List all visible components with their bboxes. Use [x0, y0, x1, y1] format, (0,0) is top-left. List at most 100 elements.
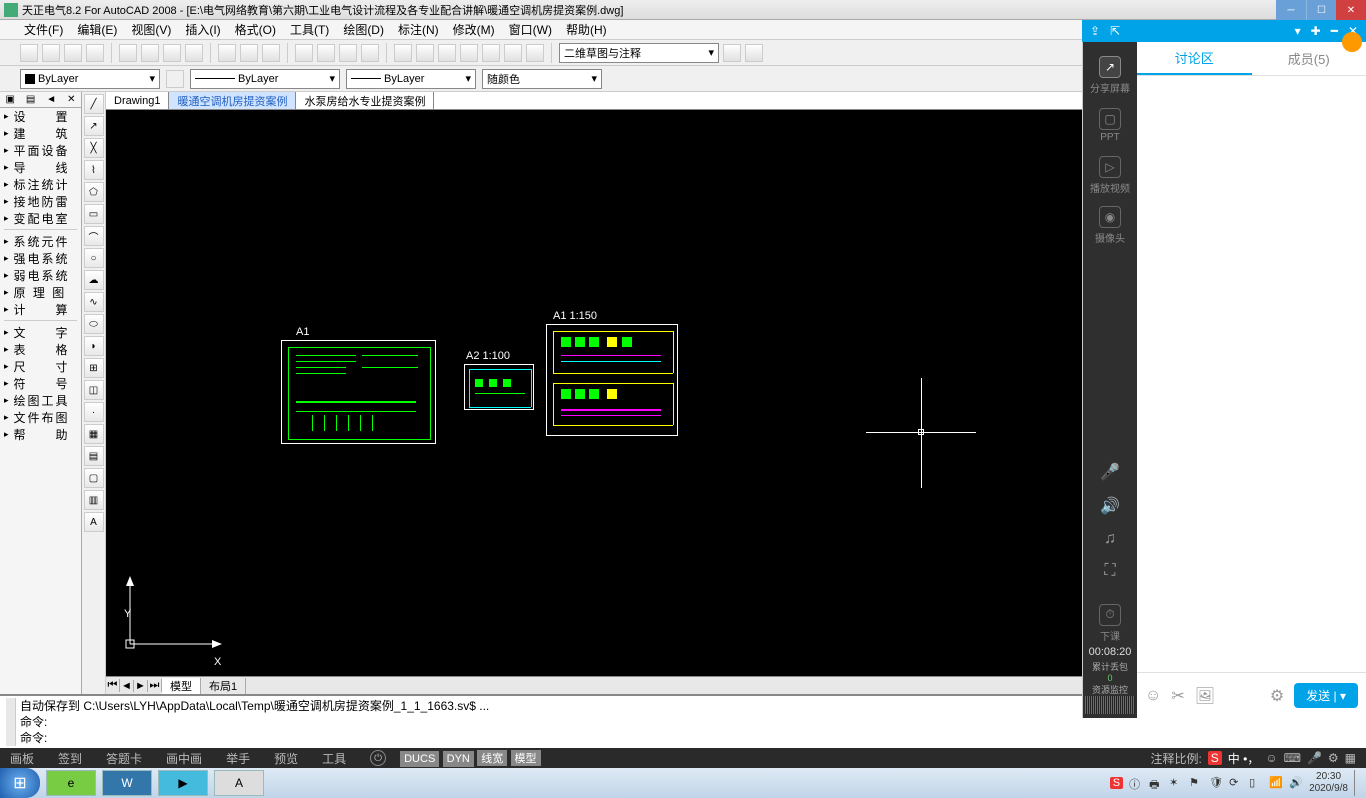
- file-tab-hvac[interactable]: 暖通空调机房提资案例: [169, 92, 296, 109]
- model-toggle[interactable]: 模型: [511, 750, 541, 766]
- point-icon[interactable]: ·: [84, 402, 104, 422]
- rectangle-icon[interactable]: ▭: [84, 204, 104, 224]
- sidebar-item[interactable]: ▸导 线: [0, 159, 81, 176]
- menu-help[interactable]: 帮助(H): [566, 21, 607, 38]
- ppt-button[interactable]: ▢PPT: [1090, 104, 1130, 146]
- command-grip[interactable]: [6, 698, 16, 746]
- sidebar-item[interactable]: ▸标注统计: [0, 176, 81, 193]
- sidebar-item[interactable]: ▸系统元件: [0, 233, 81, 250]
- calc-icon[interactable]: [504, 44, 522, 62]
- ray-icon[interactable]: ↗: [84, 116, 104, 136]
- color-combo[interactable]: ByLayer▾: [20, 69, 160, 89]
- menu-annotate[interactable]: 标注(N): [398, 21, 439, 38]
- power-icon[interactable]: ⏻: [370, 750, 386, 766]
- erase-icon[interactable]: [262, 44, 280, 62]
- task-item[interactable]: e: [46, 770, 96, 796]
- preview-button[interactable]: 预览: [274, 750, 298, 767]
- ws-lock-icon[interactable]: [745, 44, 763, 62]
- tray-bug-icon[interactable]: ✶: [1169, 776, 1183, 790]
- tray-flag-icon[interactable]: ⚑: [1189, 776, 1203, 790]
- workspace-combo[interactable]: 二维草图与注释▾: [559, 43, 719, 63]
- inner-close-button[interactable]: ✕: [1336, 0, 1366, 20]
- arc-icon[interactable]: ⌒: [84, 226, 104, 246]
- tab-discussion[interactable]: 讨论区: [1137, 42, 1252, 75]
- sidebar-item[interactable]: ▸计 算: [0, 301, 81, 318]
- tray-update-icon[interactable]: ⟳: [1229, 776, 1243, 790]
- lineweight-combo[interactable]: ByLayer▾: [346, 69, 476, 89]
- revcloud-icon[interactable]: ☁: [84, 270, 104, 290]
- save-icon[interactable]: [64, 44, 82, 62]
- start-button[interactable]: ⊞: [0, 768, 40, 798]
- sidebar-item[interactable]: ▸建 筑: [0, 125, 81, 142]
- region-icon[interactable]: ▢: [84, 468, 104, 488]
- match-icon[interactable]: [185, 44, 203, 62]
- help-icon[interactable]: [526, 44, 544, 62]
- file-tab-drawing1[interactable]: Drawing1: [106, 92, 169, 109]
- mic-icon[interactable]: 🎤: [1100, 462, 1120, 482]
- pin-icon[interactable]: ▣: [5, 94, 14, 105]
- cut-icon[interactable]: [119, 44, 137, 62]
- menu-icon[interactable]: ▤: [26, 94, 35, 105]
- tray-volume-icon[interactable]: 🔊: [1289, 776, 1303, 790]
- task-item[interactable]: ▶: [158, 770, 208, 796]
- gear-icon[interactable]: ⚙: [1270, 686, 1284, 706]
- minimize-panel-icon[interactable]: ━: [1331, 24, 1338, 38]
- tab-next-icon[interactable]: ►: [134, 680, 148, 692]
- mtext-icon[interactable]: A: [84, 512, 104, 532]
- gradient-icon[interactable]: ▤: [84, 446, 104, 466]
- tray-smiley-icon[interactable]: ☺: [1265, 751, 1277, 765]
- sidebar-item[interactable]: ▸符 号: [0, 375, 81, 392]
- zoom-prev-icon[interactable]: [361, 44, 379, 62]
- plotstyle-combo[interactable]: 随颜色▾: [482, 69, 602, 89]
- send-button[interactable]: 发送 | ▾: [1294, 683, 1358, 708]
- insert-icon[interactable]: ⊞: [84, 358, 104, 378]
- menu-insert[interactable]: 插入(I): [185, 21, 220, 38]
- speaker-icon[interactable]: 🔊: [1100, 496, 1120, 516]
- dyn-toggle[interactable]: DYN: [443, 751, 474, 767]
- ellipsearc-icon[interactable]: ◗: [84, 336, 104, 356]
- ws-settings-icon[interactable]: [723, 44, 741, 62]
- end-class-button[interactable]: ⏱下课: [1090, 602, 1130, 644]
- clock[interactable]: 20:30 2020/9/8: [1309, 771, 1348, 795]
- menu-window[interactable]: 窗口(W): [509, 21, 552, 38]
- menu-modify[interactable]: 修改(M): [453, 21, 495, 38]
- sidebar-item[interactable]: ▸弱电系统: [0, 267, 81, 284]
- file-tab-pump[interactable]: 水泵房给水专业提资案例: [296, 92, 434, 109]
- pan-icon[interactable]: [295, 44, 313, 62]
- menu-format[interactable]: 格式(O): [235, 21, 276, 38]
- markup-icon[interactable]: [482, 44, 500, 62]
- copy-icon[interactable]: [141, 44, 159, 62]
- task-item-autocad[interactable]: A: [214, 770, 264, 796]
- tray-ime-icon[interactable]: S: [1110, 777, 1123, 789]
- tray-network-icon[interactable]: 📶: [1269, 776, 1283, 790]
- board-button[interactable]: 画板: [10, 750, 34, 767]
- tray-battery-icon[interactable]: ▯: [1249, 776, 1263, 790]
- tab-last-icon[interactable]: ⏭: [148, 679, 162, 692]
- sidebar-item[interactable]: ▸原 理 图: [0, 284, 81, 301]
- collapse-icon[interactable]: ◄: [46, 94, 56, 105]
- linetype-combo[interactable]: ByLayer▾: [190, 69, 340, 89]
- layout-tab-layout1[interactable]: 布局1: [201, 678, 246, 694]
- lwt-toggle[interactable]: 线宽: [477, 750, 507, 766]
- paste-icon[interactable]: [163, 44, 181, 62]
- tray-info-icon[interactable]: ⓘ: [1129, 776, 1143, 790]
- xline-icon[interactable]: ╳: [84, 138, 104, 158]
- toolpal-icon[interactable]: [438, 44, 456, 62]
- camera-button[interactable]: ◉摄像头: [1090, 204, 1130, 246]
- print-icon[interactable]: [86, 44, 104, 62]
- tray-gear-icon[interactable]: ⚙: [1328, 751, 1339, 765]
- open-icon[interactable]: [42, 44, 60, 62]
- pip-button[interactable]: 画中画: [166, 750, 202, 767]
- menu-tools[interactable]: 工具(T): [290, 21, 329, 38]
- layer-icon[interactable]: [166, 70, 184, 88]
- menu-draw[interactable]: 绘图(D): [343, 21, 384, 38]
- sidebar-item[interactable]: ▸文 字: [0, 324, 81, 341]
- polygon-icon[interactable]: ⬠: [84, 182, 104, 202]
- close-panel-icon[interactable]: ✕: [67, 94, 75, 105]
- pin-icon[interactable]: ✚: [1311, 24, 1321, 38]
- tray-shield-icon[interactable]: 🛡: [1209, 776, 1223, 790]
- tray-mic-icon[interactable]: 🎤: [1307, 751, 1322, 765]
- sidebar-item[interactable]: ▸表 格: [0, 341, 81, 358]
- hatch-icon[interactable]: ▦: [84, 424, 104, 444]
- share-icon[interactable]: ⇱: [1110, 24, 1120, 38]
